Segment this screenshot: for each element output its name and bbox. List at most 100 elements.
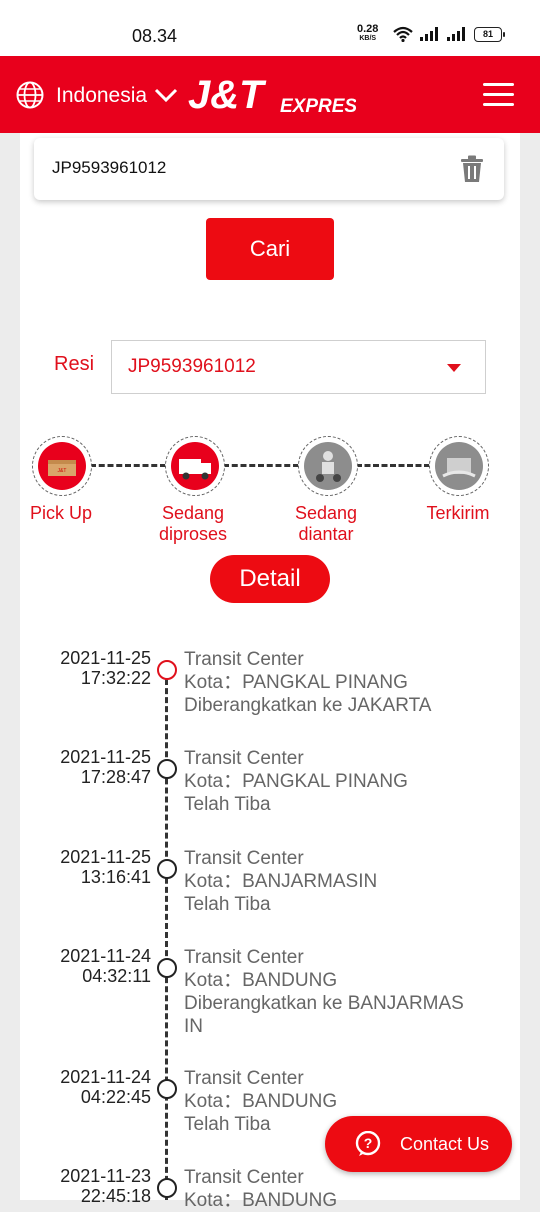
timeline-city-row: Kota：BANJARMASIN [184,870,514,893]
app-header: Indonesia J&T EXPRESS [0,56,540,133]
timeline-status: Diberangkatkan ke JAKARTA [184,695,432,716]
timeline-city-row: Kota：BANDUNG [184,1189,514,1212]
stage-label-line: diproses [158,524,228,544]
stage-label-line: Sedang [161,503,225,523]
timeline-dot [157,958,177,978]
timeline-title: Transit Center [184,848,304,869]
stage-delivered [429,436,489,496]
timeline-city: BANDUNG [242,1190,338,1211]
network-speed-unit: KB/S [359,35,377,42]
timeline-datetime: 2021-11-24 04:32:11 [0,946,151,986]
resi-label: Resi [54,353,95,375]
search-card: JP9593961012 [34,138,504,200]
timeline-date: 2021-11-25 [60,648,151,668]
timeline-date: 2021-11-24 [60,946,151,966]
timeline-city: BANDUNG [242,1091,338,1112]
stage-label-line: diantar [298,524,354,544]
stage-label-delivered: Terkirim [408,503,508,524]
stage-label-pickup: Pick Up [11,503,111,524]
timeline-datetime: 2021-11-23 22:45:18 [0,1166,151,1206]
timeline-city: BANDUNG [242,970,338,991]
contact-us-button[interactable]: ? Contact Us [325,1116,512,1172]
timeline-time: 04:22:45 [80,1087,151,1107]
timeline-city-prefix: Kota： [184,970,243,991]
timeline-city-row: Kota：BANDUNG [184,1090,514,1113]
timeline-time: 22:45:18 [80,1186,151,1206]
timeline-status-continued: IN [184,1016,203,1037]
timeline-details: Transit Center Kota：BANDUNG [184,1166,514,1212]
signal-icon [420,27,438,41]
timeline-time: 13:16:41 [80,867,151,887]
timeline-datetime: 2021-11-25 17:28:47 [0,747,151,787]
resi-dropdown[interactable]: JP9593961012 [111,340,486,394]
timeline-time: 04:32:11 [82,966,151,986]
timeline-details: Transit Center Kota：PANGKAL PINANG Telah… [184,747,514,816]
chevron-down-icon[interactable] [154,88,178,102]
menu-icon[interactable] [483,83,514,113]
timeline-dot [157,859,177,879]
timeline-dot [157,660,177,680]
jnt-logo[interactable]: J&T EXPRESS [186,72,356,118]
timeline-status: Telah Tiba [184,794,271,815]
wifi-icon [393,26,413,42]
stage-pickup: J&T [32,436,92,496]
timeline-details: Transit Center Kota：PANGKAL PINANG Diber… [184,648,514,717]
timeline-date: 2021-11-25 [60,847,151,867]
stage-connector [356,464,430,467]
timeline-details: Transit Center Kota：BANDUNG Diberangkatk… [184,946,514,1038]
timeline-datetime: 2021-11-25 13:16:41 [0,847,151,887]
timeline-title: Transit Center [184,649,304,670]
stage-label-line: Terkirim [426,503,490,523]
network-speed: 0.28 KB/S [357,24,378,44]
battery-level: 81 [482,29,493,39]
timeline-city: PANGKAL PINANG [242,771,408,792]
timeline-city-prefix: Kota： [184,1091,243,1112]
contact-us-label: Contact Us [400,1133,490,1154]
timeline-time: 17:32:22 [80,668,151,688]
status-bar: 08.34 0.28 KB/S 81 [0,0,540,56]
timeline-city-row: Kota：PANGKAL PINANG [184,671,514,694]
timeline-city-prefix: Kota： [184,1190,243,1211]
stage-delivering [298,436,358,496]
timeline-city: BANJARMASIN [242,871,378,892]
timeline-dot [157,1079,177,1099]
timeline-dot [157,1178,177,1198]
timeline-title: Transit Center [184,947,304,968]
delivered-box-icon [435,442,483,490]
status-icons: 81 [393,26,505,42]
stage-connector [223,464,299,467]
stage-processing [165,436,225,496]
trash-icon[interactable] [460,155,484,183]
timeline-datetime: 2021-11-25 17:32:22 [0,648,151,688]
timeline-line [165,670,168,1200]
timeline-city-prefix: Kota： [184,871,243,892]
logo-sub-text: EXPRESS [280,96,356,117]
stage-label-line: Pick Up [29,503,92,523]
timeline-date: 2021-11-25 [60,747,151,767]
logo-main-text: J&T [188,73,267,117]
timeline-city-row: Kota：PANGKAL PINANG [184,770,514,793]
svg-text:?: ? [364,1135,373,1151]
timeline-status: Telah Tiba [184,894,271,915]
caret-down-icon [447,364,461,372]
timeline-title: Transit Center [184,1068,304,1089]
detail-button[interactable]: Detail [210,555,330,603]
signal-icon-2 [447,27,465,41]
timeline-city-prefix: Kota： [184,771,243,792]
tracking-number-input[interactable]: JP9593961012 [52,158,166,178]
timeline-city: PANGKAL PINANG [242,672,408,693]
timeline-city-prefix: Kota： [184,672,243,693]
search-button[interactable]: Cari [206,218,334,280]
truck-icon [171,442,219,490]
chat-question-icon: ? [355,1131,381,1156]
stage-label-delivering: Sedang diantar [276,503,376,545]
timeline-date: 2021-11-23 [60,1166,151,1186]
stage-label-line: Sedang [294,503,358,523]
courier-icon [304,442,352,490]
timeline-city-row: Kota：BANDUNG [184,969,514,992]
timeline-status: Diberangkatkan ke BANJARMAS [184,993,464,1014]
globe-icon[interactable] [16,81,44,109]
timeline-time: 17:28:47 [80,767,151,787]
country-selector[interactable]: Indonesia [56,84,147,108]
stage-label-processing: Sedang diproses [143,503,243,545]
